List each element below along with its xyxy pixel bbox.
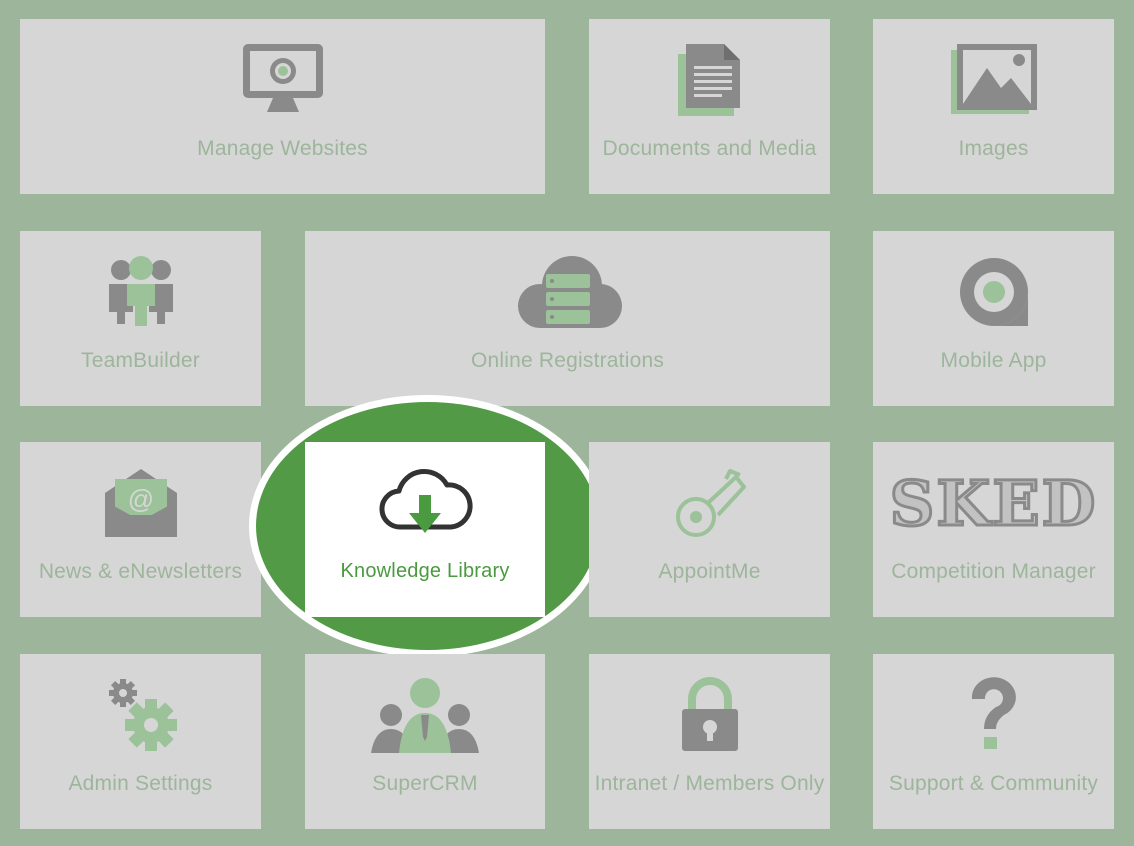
tile-label: Admin Settings [68, 772, 213, 795]
people-group-icon [305, 672, 545, 758]
location-pin-icon [873, 249, 1114, 335]
cloud-download-icon [305, 460, 545, 546]
cloud-server-icon [305, 249, 830, 335]
tile-competition-manager[interactable]: SKED Competition Manager [873, 442, 1114, 617]
tile-appointme[interactable]: AppointMe [589, 442, 830, 617]
tile-intranet-members-only[interactable]: Intranet / Members Only [589, 654, 830, 829]
tile-label: News & eNewsletters [38, 560, 243, 583]
tile-label: TeamBuilder [81, 349, 200, 372]
tile-news-and-enewsletters[interactable]: @ News & eNewsletters [20, 442, 261, 617]
tile-supercrm[interactable]: SuperCRM [305, 654, 545, 829]
tile-label: SuperCRM [372, 772, 478, 795]
tile-label: Intranet / Members Only [594, 772, 825, 795]
tile-knowledge-library[interactable]: Knowledge Library [305, 442, 545, 617]
whistle-icon [589, 460, 830, 546]
sked-logo: SKED [888, 465, 1098, 541]
monitor-icon [20, 37, 545, 123]
gears-icon [20, 672, 261, 758]
question-mark-icon [873, 672, 1114, 758]
tile-label: Online Registrations [470, 349, 665, 372]
team-icon [20, 249, 261, 335]
tile-images[interactable]: Images [873, 19, 1114, 194]
tile-label: Competition Manager [891, 560, 1096, 583]
tile-label: Documents and Media [602, 137, 817, 160]
tile-label: Support & Community [888, 772, 1099, 795]
tile-teambuilder[interactable]: TeamBuilder [20, 231, 261, 406]
document-icon [589, 37, 830, 123]
svg-text:@: @ [127, 484, 153, 514]
tile-manage-websites[interactable]: Manage Websites [20, 19, 545, 194]
tile-label: Knowledge Library [340, 560, 510, 582]
envelope-icon: @ [20, 460, 261, 546]
tile-online-registrations[interactable]: Online Registrations [305, 231, 830, 406]
tile-label: Images [958, 137, 1029, 160]
tile-mobile-app[interactable]: Mobile App [873, 231, 1114, 406]
image-icon [873, 37, 1114, 123]
padlock-icon [589, 672, 830, 758]
tile-documents-and-media[interactable]: Documents and Media [589, 19, 830, 194]
tile-support-and-community[interactable]: Support & Community [873, 654, 1114, 829]
tile-label: Mobile App [940, 349, 1047, 372]
tile-admin-settings[interactable]: Admin Settings [20, 654, 261, 829]
tile-label: Manage Websites [197, 137, 368, 160]
tile-label: AppointMe [658, 560, 761, 583]
